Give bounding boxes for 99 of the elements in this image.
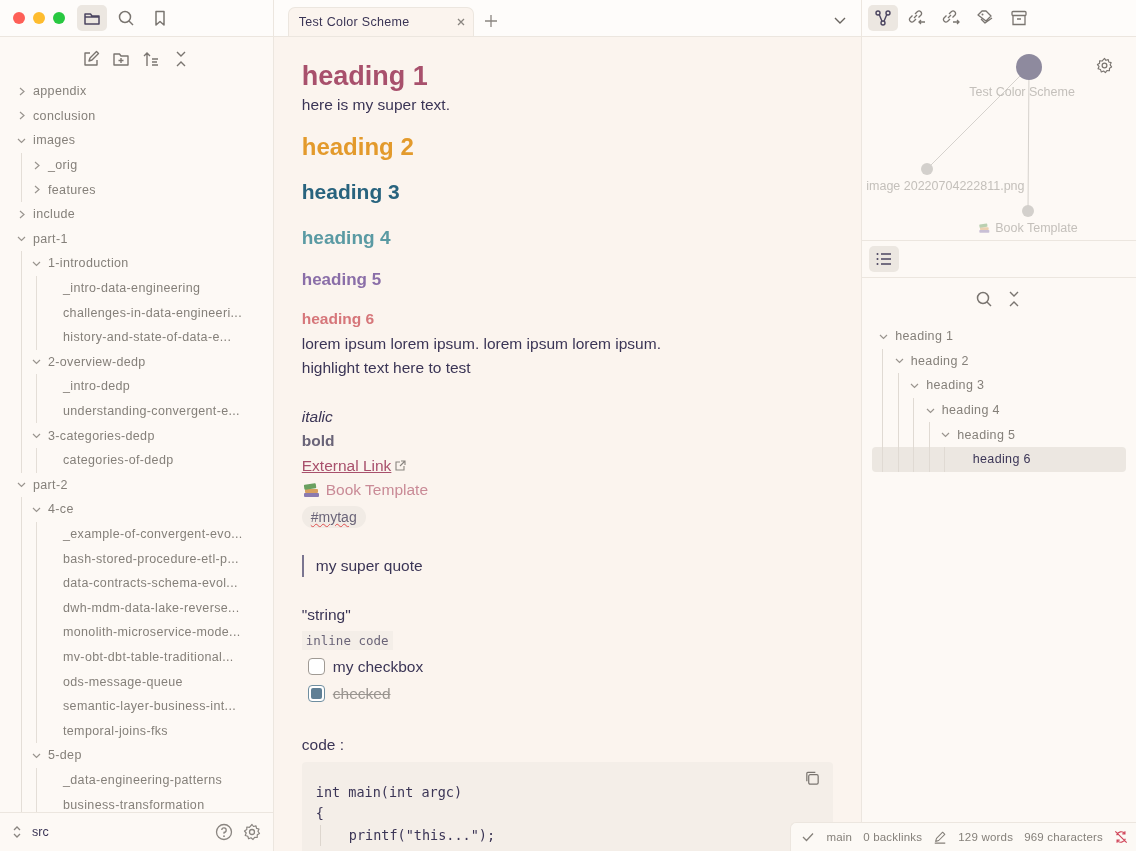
folder-item[interactable]: conclusion (0, 103, 273, 129)
node-label: Book Template (995, 221, 1078, 235)
outline-button[interactable] (869, 246, 900, 272)
file-item[interactable]: _data-engineering-patterns (0, 767, 273, 793)
checkbox[interactable] (307, 685, 325, 702)
folder-item[interactable]: 4-ce (0, 497, 273, 522)
files-button[interactable] (77, 5, 107, 31)
folder-item[interactable]: include (0, 201, 273, 227)
heading: heading 2 (301, 131, 415, 162)
edit-icon (82, 50, 101, 68)
file-item[interactable]: bash-stored-procedure-etl-p... (0, 546, 273, 571)
check-icon (801, 830, 816, 844)
folder-item[interactable]: part-2 (0, 472, 273, 498)
task-text: my checkbox (332, 657, 424, 677)
outline-item[interactable]: heading 3 (872, 373, 1126, 398)
vault-switcher[interactable]: src (12, 825, 205, 839)
settings-icon (1096, 57, 1113, 74)
pencil-icon (933, 830, 948, 844)
folder-item[interactable]: 1-introduction (0, 251, 273, 276)
file-item[interactable]: semantic-layer-business-int... (0, 693, 273, 719)
file-item[interactable]: _intro-data-engineering (0, 275, 273, 301)
paragraph: lorem ipsum lorem ipsum. lorem ipsum lorem ipsum. (301, 333, 662, 354)
bold-text: bold (301, 431, 336, 451)
file-item[interactable]: business-transformation (0, 792, 273, 812)
heading: heading 1 (301, 60, 429, 93)
file-item[interactable]: _intro-dedp (0, 374, 273, 399)
tag[interactable]: #mytag (301, 505, 366, 528)
paragraph: here is my super text. (301, 95, 451, 115)
heading: heading 4 (301, 225, 392, 250)
updown-icon (12, 825, 22, 839)
inline-code: inline code (301, 630, 393, 650)
code-line: printf("this..."); (319, 824, 496, 846)
graph-view-button[interactable] (868, 5, 899, 31)
folder-item[interactable]: _orig (0, 152, 273, 178)
internal-link[interactable]: Book Template (325, 478, 428, 503)
file-item[interactable]: challenges-in-data-engineeri... (0, 300, 273, 325)
external-link[interactable]: External Link (301, 453, 392, 478)
copy-icon (804, 769, 822, 787)
archive-icon (1010, 9, 1029, 27)
node-label: image 20220704222811.png (866, 179, 1025, 193)
code-line: int main(int argc) (315, 782, 463, 802)
file-item[interactable]: _example-of-convergent-evo... (0, 521, 273, 547)
search-icon (117, 9, 135, 27)
file-item[interactable]: dwh-mdm-data-lake-reverse... (0, 595, 273, 621)
heading: heading 6 (301, 308, 376, 329)
outline-item[interactable]: heading 4 (872, 397, 1126, 423)
folder-item[interactable]: part-1 (0, 226, 273, 252)
quoted-string: "string" (301, 605, 352, 625)
books-icon (301, 482, 320, 499)
outline-item[interactable]: heading 5 (872, 422, 1126, 447)
folder-item[interactable]: appendix (0, 79, 273, 104)
outline-item[interactable]: heading 1 (872, 324, 1126, 349)
outgoing-link-icon (942, 9, 961, 27)
folder-item[interactable]: 3-categories-dedp (0, 423, 273, 448)
code-line: { (315, 804, 324, 823)
file-item[interactable]: mv-obt-dbt-table-traditional... (0, 644, 273, 670)
graph-node[interactable] (921, 163, 934, 175)
file-item[interactable]: monolith-microservice-mode... (0, 620, 273, 645)
node-label: Test Color Scheme (969, 85, 1075, 99)
graph-icon (874, 9, 893, 27)
file-item[interactable]: understanding-convergent-e... (0, 398, 273, 424)
paragraph: code : (301, 735, 345, 755)
file-item[interactable]: data-contracts-schema-evol... (0, 570, 273, 596)
outline-item[interactable]: heading 6 (872, 446, 1126, 472)
close-window-button[interactable] (13, 12, 25, 24)
character-count: 969 characters (1024, 831, 1103, 843)
list-icon (875, 250, 894, 268)
folder-item[interactable]: images (0, 128, 273, 153)
folder-item[interactable]: 5-dep (0, 743, 273, 768)
backlinks-count: 0 backlinks (863, 831, 923, 843)
new-folder-icon (112, 50, 131, 68)
folder-item[interactable]: 2-overview-dedp (0, 349, 273, 375)
file-item[interactable]: history-and-state-of-data-e... (0, 324, 273, 350)
italic-text: italic (301, 406, 334, 427)
incoming-link-icon (908, 9, 927, 27)
sync-off-icon (1114, 830, 1128, 844)
help-icon (214, 823, 233, 841)
heading: heading 3 (301, 178, 401, 205)
sort-icon (142, 50, 161, 68)
file-item[interactable]: categories-of-dedp (0, 447, 273, 473)
task-text: checked (332, 684, 391, 704)
heading: heading 5 (301, 268, 383, 291)
checkbox[interactable] (307, 658, 325, 675)
paragraph: highlight text here to test (301, 358, 472, 378)
external-link-icon (394, 459, 407, 472)
search-icon (975, 290, 994, 308)
books-icon (978, 222, 991, 234)
tab[interactable]: Test Color Scheme (287, 7, 474, 36)
graph-node[interactable] (1022, 205, 1035, 217)
blockquote: my super quote (301, 555, 834, 577)
file-item[interactable]: ods-message-queue (0, 669, 273, 694)
settings-icon (242, 823, 261, 841)
branch-label: main (826, 831, 853, 843)
word-count: 129 words (958, 831, 1014, 843)
folder-item[interactable]: features (0, 177, 273, 202)
graph-node[interactable] (1016, 54, 1043, 80)
file-item[interactable]: temporal-joins-fks (0, 718, 273, 744)
outline-item[interactable]: heading 2 (872, 348, 1126, 374)
new-tab-icon (483, 14, 498, 28)
